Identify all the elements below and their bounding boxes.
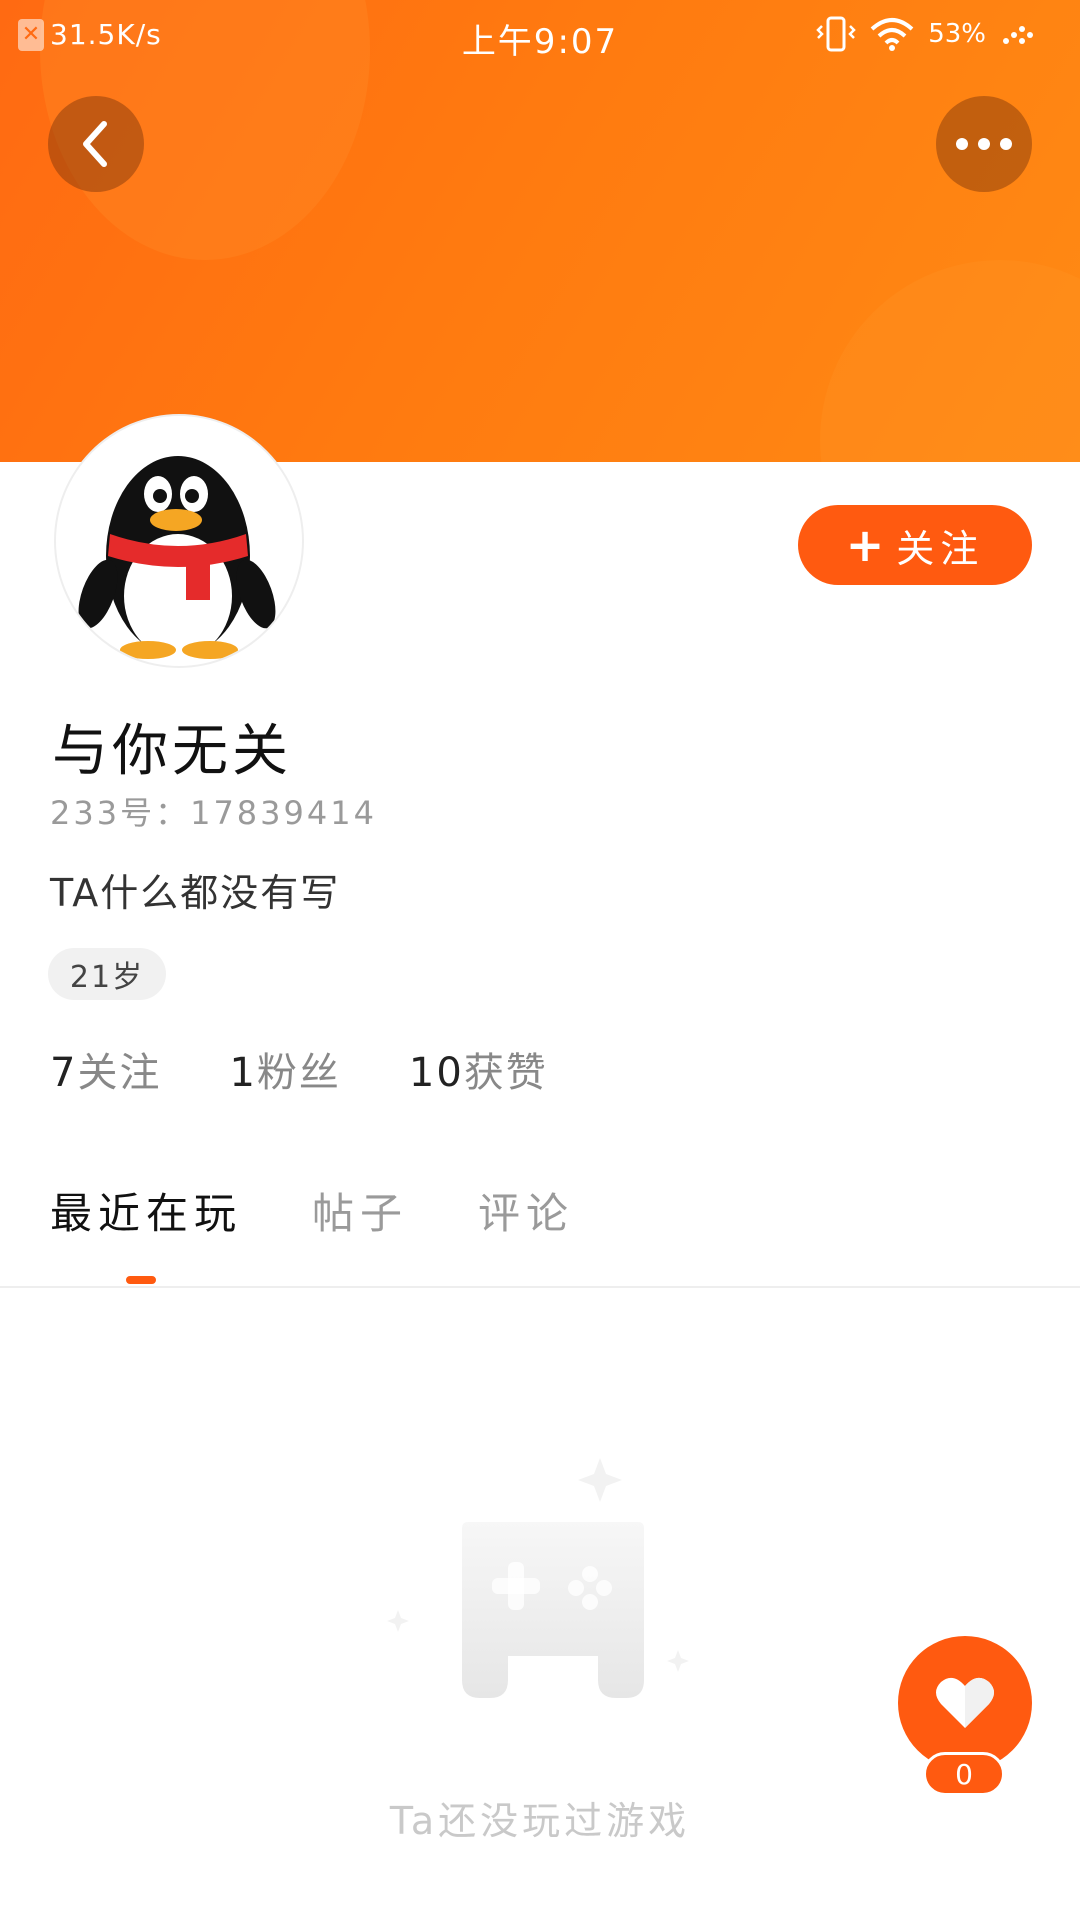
age-tag: 21岁 <box>48 948 166 1000</box>
follow-button[interactable]: + 关注 <box>798 505 1032 585</box>
status-right: 53% <box>816 16 1034 52</box>
follow-label: 关注 <box>896 526 985 571</box>
tab-divider <box>0 1286 1080 1288</box>
stat-following-label: 关注 <box>77 1050 162 1096</box>
nickname: 与你无关 <box>52 719 292 784</box>
stat-likes-count: 10 <box>408 1050 464 1096</box>
user-id: 233号：17839414 <box>50 794 377 832</box>
stat-likes[interactable]: 10获赞 <box>409 1040 548 1098</box>
stat-fans-label: 粉丝 <box>256 1050 341 1096</box>
stat-following[interactable]: 7关注 <box>50 1040 161 1098</box>
signal-dots-icon <box>1003 26 1033 44</box>
stat-fans[interactable]: 1粉丝 <box>229 1040 340 1098</box>
gamepad-icon <box>387 1458 689 1698</box>
banner-decoration <box>820 260 1080 462</box>
stat-likes-label: 获赞 <box>463 1050 548 1096</box>
like-count-badge: 0 <box>923 1752 1005 1796</box>
stat-fans-count: 1 <box>229 1050 257 1096</box>
more-options-button[interactable] <box>936 96 1032 192</box>
status-bar: ✕ 31.5K/s 上午9:07 53% <box>0 0 1080 70</box>
plus-icon: + <box>845 518 891 572</box>
chevron-left-icon <box>83 121 107 167</box>
more-dots-icon <box>956 138 1012 150</box>
avatar[interactable] <box>54 414 304 668</box>
tab-posts[interactable]: 帖子 <box>312 1180 408 1241</box>
bio: TA什么都没有写 <box>50 871 341 915</box>
stat-following-count: 7 <box>50 1050 78 1096</box>
back-button[interactable] <box>48 96 144 192</box>
battery-level: 53% <box>928 19 986 49</box>
empty-state-illustration <box>380 1450 700 1714</box>
tab-recently-played[interactable]: 最近在玩 <box>50 1180 242 1241</box>
penguin-avatar-image <box>78 456 276 659</box>
like-button[interactable] <box>898 1636 1032 1770</box>
profile-tabs: 最近在玩 帖子 评论 <box>50 1180 574 1241</box>
empty-state-text: Ta还没玩过游戏 <box>389 1799 691 1843</box>
wifi-icon <box>870 18 914 51</box>
stats-row: 7关注 1粉丝 10获赞 <box>50 1040 548 1098</box>
tab-active-indicator <box>126 1276 156 1284</box>
heart-icon <box>936 1677 994 1728</box>
tab-comments[interactable]: 评论 <box>478 1180 574 1241</box>
vibrate-icon <box>816 16 856 52</box>
